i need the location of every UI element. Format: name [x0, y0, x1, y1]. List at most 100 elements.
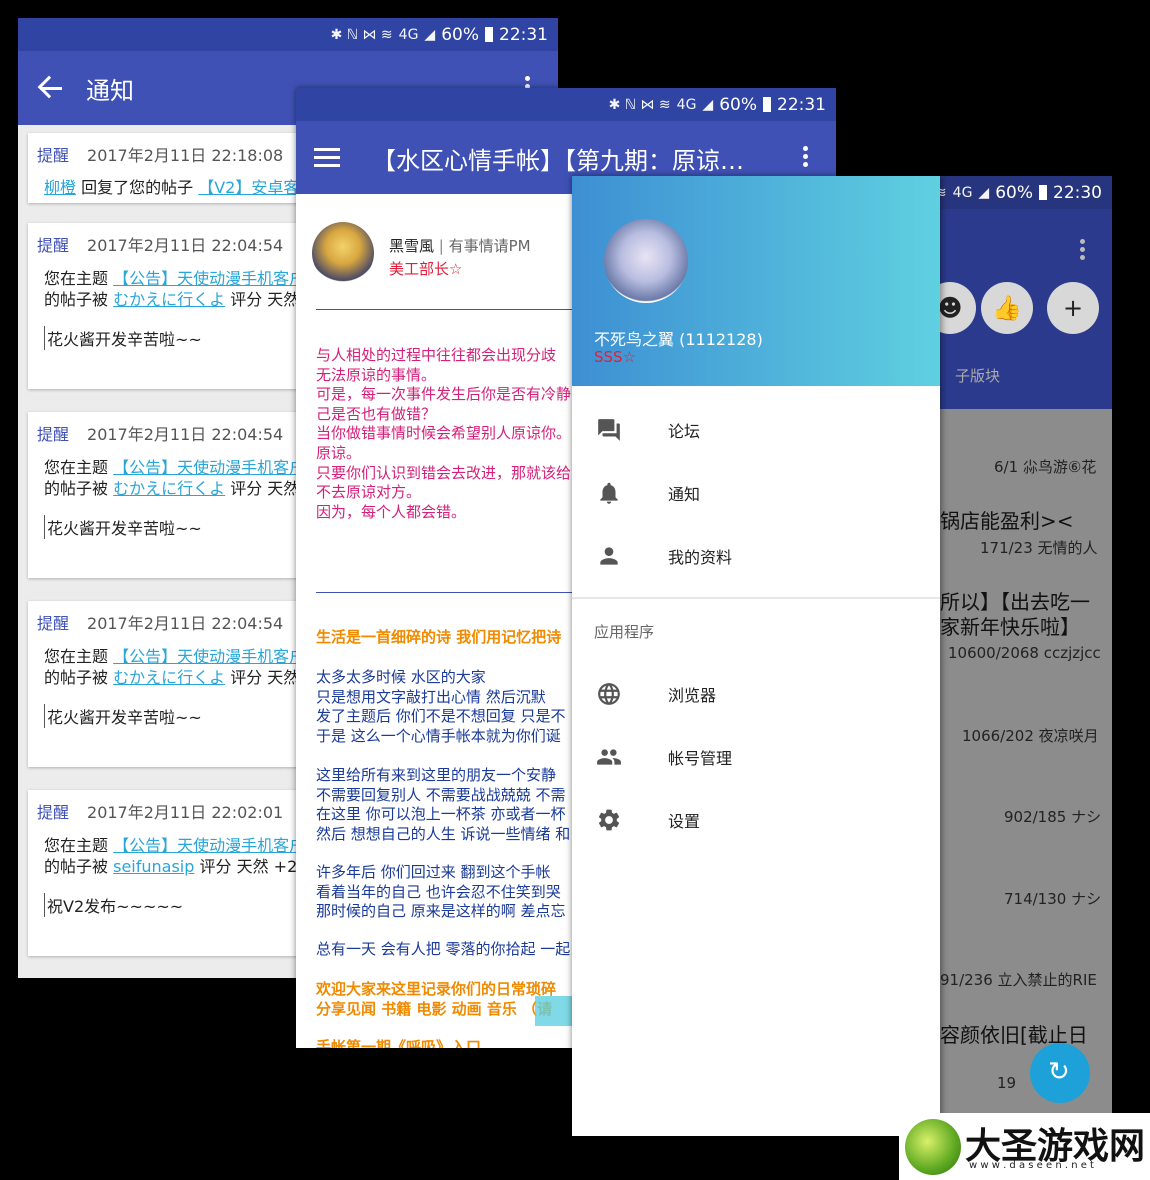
drawer-item-browser[interactable]: 浏览器	[572, 673, 940, 713]
user-link[interactable]: むかえに行くよ	[113, 479, 225, 498]
signal-icon: ◢	[702, 96, 714, 113]
more-vert-icon[interactable]	[803, 143, 809, 170]
post-paragraph-orange: 欢迎大家来这里记录你们的日常琐碎 分享见闻 书籍 电影 动画 音乐 （请	[316, 980, 556, 1019]
card-body: 柳橙 回复了您的帖子 【V2】安卓客户	[44, 174, 315, 198]
card-body-line2: 的帖子被 むかえに行くよ 评分 天然	[44, 286, 299, 310]
row-meta: 902/185 ナシ	[1004, 808, 1102, 826]
network-label: 4G	[398, 26, 419, 43]
back-arrow-icon[interactable]	[38, 73, 64, 103]
gear-icon	[598, 809, 620, 831]
refresh-icon: ↻	[1048, 1057, 1070, 1087]
globe-icon	[598, 683, 620, 705]
text-line: 无法原谅的事情。	[316, 365, 437, 384]
page-title: 通知	[86, 77, 134, 105]
more-vert-icon	[1080, 236, 1086, 263]
tag-label: 提醒	[37, 803, 70, 822]
card-header: 提醒 2017年2月11日 22:18:08	[37, 142, 283, 166]
highlight-overlay	[535, 996, 575, 1026]
quote-text: 花火酱开发辛苦啦~~	[44, 326, 202, 350]
post-paragraph: 这里给所有来到这里的朋友一个安静 不需要回复别人 不需要战战兢兢 不需 在这里 …	[316, 766, 570, 844]
drawer-item-label: 设置	[668, 812, 701, 831]
text-line: 因为，每个人都会错。	[316, 502, 467, 521]
plus-icon: +	[1047, 282, 1099, 334]
card-body-line2: 的帖子被 むかえに行くよ 评分 天然	[44, 664, 299, 688]
post-link-orange[interactable]: 手帐第一期《呼吸》入口	[316, 1038, 481, 1048]
refresh-button: ↻	[1030, 1043, 1090, 1103]
text-line: 分享见闻 书籍 电影 动画 音乐 （请	[316, 999, 553, 1018]
body-text: 的帖子被	[44, 479, 109, 498]
drawer-item-forum[interactable]: 论坛	[572, 409, 940, 449]
drawer-item-profile[interactable]: 我的资料	[572, 535, 940, 575]
body-text: 的帖子被	[44, 668, 109, 687]
bell-icon	[600, 482, 618, 504]
post-paragraph: 总有一天 会有人把 零落的你拾起 一起	[316, 940, 570, 960]
user-link[interactable]: 柳橙	[44, 178, 76, 197]
time-label: 2017年2月11日 22:04:54	[87, 614, 284, 633]
card-header: 提醒 2017年2月11日 22:04:54	[37, 232, 283, 256]
navigation-drawer: 不死鸟之翼 (1112128) SSS☆ 论坛 通知 我的资料 应用程序 浏览器…	[572, 176, 940, 1136]
body-text: 的帖子被	[44, 290, 109, 309]
battery-icon	[1039, 185, 1047, 200]
drawer-item-notifications[interactable]: 通知	[572, 472, 940, 512]
text-line: 当你做错事情时候会希望别人原谅你。	[316, 424, 572, 443]
tag-label: 提醒	[37, 425, 70, 444]
clock: 22:30	[1053, 182, 1102, 203]
quote-text: 花火酱开发辛苦啦~~	[44, 515, 202, 539]
user-link[interactable]: むかえに行くよ	[113, 668, 225, 687]
user-avatar[interactable]	[604, 219, 688, 303]
thumb-up-icon: 👍	[981, 282, 1033, 334]
text-line: 不需要回复别人 不需要战战兢兢 不需	[316, 785, 566, 804]
row-meta: 171/23 无情的人	[980, 539, 1098, 557]
post-heading-orange: 生活是一首细碎的诗 我们用记忆把诗	[316, 628, 562, 646]
author-rank: 美工部长☆	[389, 260, 463, 278]
time-label: 2017年2月11日 22:02:01	[87, 803, 284, 822]
text-line: 然后 想想自己的人生 诉说一些情绪 和	[316, 824, 571, 843]
author-name[interactable]: 黑雪風	[389, 237, 434, 255]
network-label: 4G	[952, 184, 973, 201]
section-header: 应用程序	[594, 623, 655, 641]
signal-icon: ◢	[978, 184, 990, 201]
divider	[316, 592, 576, 593]
text-line: 于是 这么一个心情手帐本就为你们诞	[316, 726, 561, 745]
text-line: 只要你们认识到错会去改进，那就该给	[316, 463, 572, 482]
forum-icon	[598, 419, 620, 441]
time-label: 2017年2月11日 22:04:54	[87, 236, 284, 255]
row-meta: 10600/2068 cczjzjcc	[948, 644, 1101, 662]
text-line: 看着当年的自己 也许会忍不住笑到哭	[316, 882, 561, 901]
user-link[interactable]: むかえに行くよ	[113, 290, 225, 309]
card-header: 提醒 2017年2月11日 22:04:54	[37, 610, 283, 634]
drawer-item-label: 论坛	[668, 422, 701, 441]
watermark: 大圣游戏网 w w w . d a s e e n . n e t	[899, 1113, 1150, 1180]
drawer-item-label: 我的资料	[668, 548, 733, 567]
text-line: 己是否也有做错？	[316, 404, 437, 423]
text-line: 发了主题后 你们不是不想回复 只是不	[316, 707, 566, 726]
user-link[interactable]: seifunasip	[113, 857, 194, 876]
row-meta: 19	[997, 1074, 1017, 1092]
row-meta: 714/130 ナシ	[1004, 890, 1102, 908]
person-icon	[600, 547, 618, 565]
drawer-item-accounts[interactable]: 帐号管理	[572, 736, 940, 776]
row-title: 锅店能盈利><	[940, 509, 1074, 533]
user-rank: SSS☆	[594, 348, 637, 366]
author-avatar[interactable]	[312, 222, 374, 284]
row-meta: 1066/202 夜凉咲月	[962, 727, 1099, 745]
card-body-line2: 的帖子被 むかえに行くよ 评分 天然	[44, 475, 299, 499]
status-bar: ✱ ℕ ⋈ ≋ 4G ◢ 60% 22:31	[18, 18, 558, 51]
bluetooth-icon: ✱ ℕ ⋈ ≋	[330, 26, 393, 43]
drawer-item-settings[interactable]: 设置	[572, 799, 940, 839]
post-paragraph: 太多太多时候 水区的大家 只是想用文字敲打出心情 然后沉默 发了主题后 你们不是…	[316, 668, 566, 746]
signal-icon: ◢	[424, 26, 436, 43]
text-line: 与人相处的过程中往往都会出现分歧	[316, 346, 557, 364]
clock: 22:31	[777, 94, 826, 115]
menu-icon[interactable]	[314, 148, 340, 172]
card-header: 提醒 2017年2月11日 22:02:01	[37, 799, 283, 823]
text-line: 太多太多时候 水区的大家	[316, 668, 486, 686]
watermark-url: w w w . d a s e e n . n e t	[969, 1160, 1094, 1171]
text-line: 可是，每一次事件发生后你是否有冷静	[316, 385, 572, 404]
author-note: 有事情请PM	[448, 237, 531, 255]
row-meta: 91/236 立入禁止的RIE	[940, 971, 1097, 989]
text-line: 欢迎大家来这里记录你们的日常琐碎	[316, 980, 557, 998]
body-text: 的帖子被	[44, 857, 109, 876]
rate-text: 评分 天然	[230, 290, 300, 309]
text-line: 这里给所有来到这里的朋友一个安静	[316, 766, 557, 784]
